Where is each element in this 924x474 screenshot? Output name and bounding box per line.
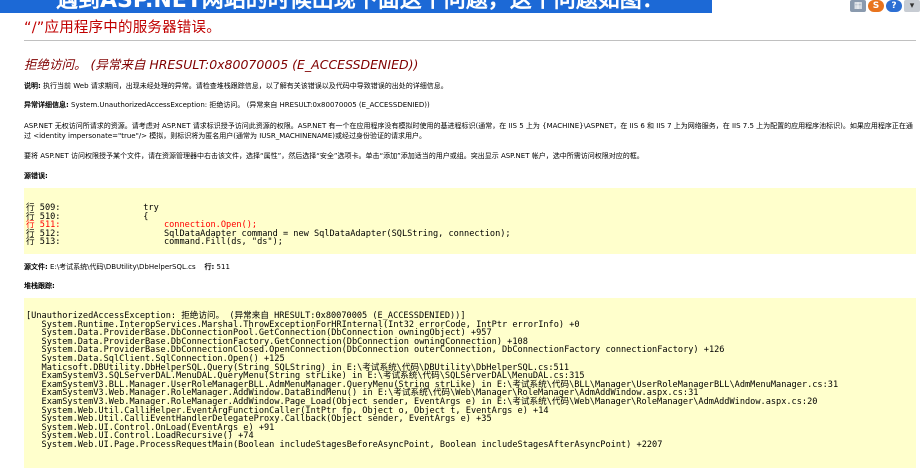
exception-details-label: 异常详细信息: bbox=[24, 101, 69, 109]
line-number: 行 513: bbox=[26, 237, 61, 248]
banner-text: 遇到ASP.NET网站的时候出现下面这个问题，这个问题如图： bbox=[56, 0, 664, 13]
access-explanation: ASP.NET 无权访问所请求的资源。请考虑对 ASP.NET 请求标识授予访问… bbox=[24, 122, 913, 140]
stack-trace-heading: 堆栈跟踪: bbox=[24, 282, 55, 291]
description-line: 说明: 执行当前 Web 请求期间，出现未经处理的异常。请检查堆栈跟踪信息，以了… bbox=[24, 82, 448, 91]
source-file-path: E:\考试系统\代码\DBUtility\DbHelperSQL.cs bbox=[47, 263, 196, 271]
chevron-down-icon[interactable]: ▾ bbox=[904, 0, 920, 12]
exception-details-text: System.UnauthorizedAccessException: 拒绝访问… bbox=[68, 101, 430, 109]
source-code-box: 行 509: try 行 510: {行 511: connection.Open… bbox=[24, 188, 916, 254]
error-title: 拒绝访问。 (异常来自 HRESULT:0x80070005 (E_ACCESS… bbox=[24, 57, 419, 72]
source-code-line: 行 509: try bbox=[26, 204, 916, 213]
source-file-label: 源文件: bbox=[24, 263, 48, 271]
grid-icon[interactable]: ▦ bbox=[850, 0, 866, 12]
description-text: 执行当前 Web 请求期间，出现未经处理的异常。请检查堆栈跟踪信息，以了解有关该… bbox=[40, 82, 448, 90]
description-label: 说明: bbox=[24, 82, 41, 90]
source-file-line: 源文件: E:\考试系统\代码\DBUtility\DbHelperSQL.cs… bbox=[24, 263, 230, 272]
divider bbox=[24, 40, 916, 41]
stack-trace-box: [UnauthorizedAccessException: 拒绝访问。 (异常来… bbox=[24, 298, 916, 468]
source-error-label: 源错误: bbox=[24, 172, 48, 180]
source-code-line: 行 513: command.Fill(ds, "ds"); bbox=[26, 238, 916, 247]
s-logo-icon[interactable]: S bbox=[868, 0, 884, 12]
browser-tray: ▦ S ? ▾ bbox=[850, 0, 920, 13]
page-title: “/”应用程序中的服务器错误。 bbox=[24, 20, 221, 36]
question-banner: 遇到ASP.NET网站的时候出现下面这个问题，这个问题如图： bbox=[0, 0, 712, 13]
grant-access-instructions: 要将 ASP.NET 访问权限授予某个文件，请在资源管理器中右击该文件，选择“属… bbox=[24, 152, 644, 160]
exception-details-line: 异常详细信息: System.UnauthorizedAccessExcepti… bbox=[24, 101, 430, 110]
help-icon[interactable]: ? bbox=[886, 0, 902, 12]
source-error-heading: 源错误: bbox=[24, 172, 48, 181]
source-line-value: 511 bbox=[214, 263, 230, 271]
stack-trace-line: System.Web.UI.Page.ProcessRequestMain(Bo… bbox=[26, 439, 663, 450]
line-code: command.Fill(ds, "ds"); bbox=[60, 237, 283, 248]
stack-trace-label: 堆栈跟踪: bbox=[24, 282, 55, 290]
source-line-label: 行: bbox=[204, 263, 215, 271]
